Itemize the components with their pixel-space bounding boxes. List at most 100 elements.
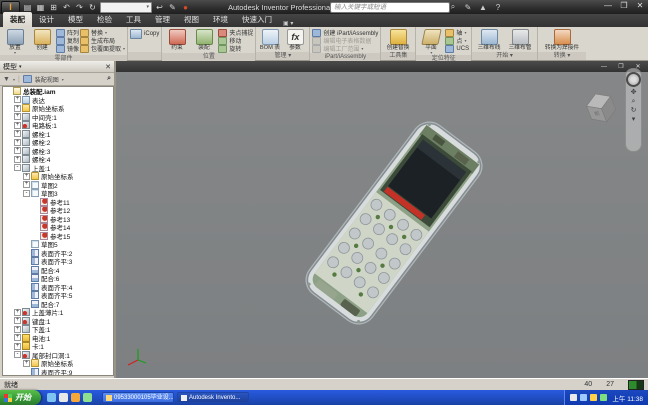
tree-item[interactable]: + 原始坐标系 [3, 104, 113, 113]
tree-item[interactable]: +参考15 [3, 231, 113, 241]
material-icon[interactable]: ● [180, 2, 191, 13]
tree-expander[interactable]: + [23, 172, 30, 180]
msn-icon[interactable] [83, 393, 92, 402]
tab-模型[interactable]: 模型 [61, 12, 90, 27]
tab-设计[interactable]: 设计 [32, 12, 61, 27]
tree-item[interactable]: + 键盘:1 [3, 316, 113, 326]
media-player-icon[interactable] [71, 393, 80, 402]
tree-item[interactable]: + 螺栓:1 [3, 129, 113, 139]
show-desktop-icon[interactable] [59, 393, 68, 402]
zoom-icon[interactable]: ⌕ [632, 98, 636, 105]
find-icon[interactable]: ⌕ [107, 75, 111, 83]
tree-expander[interactable]: + [14, 317, 21, 325]
tree-item[interactable]: + 螺栓:2 [3, 138, 113, 147]
search-input[interactable]: 输入关键字或短语 [330, 2, 450, 13]
shrinkwrap-button[interactable]: 包覆面提取 ▾ [80, 44, 125, 53]
tree-item[interactable]: + 草图2 [3, 180, 113, 190]
tree-item[interactable]: +表面齐平:9 [3, 367, 113, 375]
panel-label-begin[interactable]: 开始 ▾ [472, 52, 538, 60]
assembly-view-selector[interactable]: 装配视图 [35, 75, 59, 84]
panel-label-convert[interactable]: 转换 ▾ [538, 52, 587, 60]
create-button[interactable]: 创建 [29, 28, 55, 51]
browser-close-icon[interactable]: ✕ [105, 63, 111, 71]
open-icon[interactable]: ▤ [22, 2, 33, 13]
tree-expander[interactable]: + [14, 155, 21, 163]
tree-item[interactable]: +总装配.iam [3, 87, 113, 96]
replace-button[interactable]: 替换 ▾ [80, 28, 125, 37]
browser-dropdown-icon[interactable]: ▾ [19, 64, 22, 70]
restore-icon[interactable]: ❐ [618, 1, 630, 10]
start-button[interactable]: 开始 [0, 390, 41, 405]
place-button[interactable]: 放置 ▾ [2, 28, 28, 55]
task-button[interactable]: Autodesk Invento... [177, 392, 249, 403]
mirror-button[interactable]: 镜像 [56, 44, 79, 53]
save-icon[interactable]: ▦ [35, 2, 46, 13]
close-icon[interactable]: ✕ [634, 1, 646, 10]
tree-item[interactable]: + 螺栓:4 [3, 155, 113, 164]
tree-expander[interactable]: + [14, 138, 21, 146]
ime-icon[interactable] [570, 394, 578, 401]
redo-icon[interactable]: ↷ [74, 2, 85, 13]
panel-label-manage[interactable]: 管理 ▾ [256, 52, 310, 60]
tree-expander[interactable]: + [14, 121, 21, 129]
tree-expander[interactable]: + [14, 334, 21, 342]
doc-restore-icon[interactable]: ❐ [615, 63, 627, 70]
bom-button[interactable]: BOM 表 [258, 28, 282, 51]
tree-expander[interactable]: + [14, 147, 21, 155]
tree-expander[interactable]: + [14, 113, 21, 121]
print-icon[interactable]: ⊞ [48, 2, 59, 13]
update-icon[interactable]: ↻ [87, 2, 98, 13]
tree-item[interactable]: + 下盖:1 [3, 325, 113, 334]
sketch-icon[interactable]: ✎ [167, 2, 178, 13]
return-icon[interactable]: ↩ [154, 2, 165, 13]
tree-item[interactable]: + 上盖薄片:1 [3, 308, 113, 317]
tab-检验[interactable]: 检验 [90, 12, 119, 27]
communication-icon[interactable]: ▲ [478, 3, 488, 12]
constrain-button[interactable]: 约束 [164, 28, 190, 51]
move-button[interactable]: 移动 [218, 36, 253, 45]
tab-工具[interactable]: 工具 [119, 12, 148, 27]
view-dropdown-icon[interactable]: ▾ [62, 77, 64, 81]
tree-expander[interactable]: + [14, 308, 21, 316]
tree-expander[interactable]: - [23, 189, 30, 197]
tree-expander[interactable]: + [14, 325, 21, 333]
tree-item[interactable]: + 电路板:1 [3, 121, 113, 130]
undo-icon[interactable]: ↶ [61, 2, 72, 13]
minimize-icon[interactable]: — [602, 1, 614, 10]
tree-item[interactable]: + 原始坐标系 [3, 172, 113, 181]
filter-icon[interactable]: ▼ [3, 76, 10, 83]
tab-装配[interactable]: 装配 [3, 12, 32, 27]
search-icon[interactable]: ⌕ [448, 2, 458, 12]
create-ipart-button[interactable]: 创建 iPart/iAssembly [312, 28, 378, 37]
filter-dropdown-icon[interactable]: ▾ [13, 77, 15, 81]
orbit-icon[interactable]: ↻ [631, 107, 637, 114]
tree-expander[interactable]: + [14, 130, 21, 138]
assemble-button[interactable]: 装配 [191, 28, 217, 51]
parameters-button[interactable]: fx 参数 [283, 28, 307, 51]
tree-expander[interactable]: + [14, 96, 21, 104]
steering-wheel-icon[interactable] [626, 72, 641, 87]
copy-button[interactable]: 复制 [56, 36, 79, 45]
volume-icon[interactable] [580, 394, 588, 401]
3d-viewport[interactable]: 前 [116, 61, 648, 378]
qat-combo-box[interactable]: ▾ [100, 1, 152, 13]
tree-expander[interactable]: + [14, 104, 21, 112]
ie-icon[interactable] [47, 393, 56, 402]
tab-快速入门[interactable]: 快速入门 [235, 12, 279, 27]
work-plane-button[interactable]: 平面 ▾ [418, 28, 444, 55]
make-layout-button[interactable]: 生成布局 [80, 36, 125, 45]
safety-icon[interactable] [590, 394, 598, 401]
tree-expander[interactable]: - [14, 164, 21, 172]
tree-item[interactable]: + 螺栓:3 [3, 146, 113, 156]
browser-header[interactable]: 模型 ▾ ✕ [0, 61, 114, 73]
tree-expander[interactable]: + [14, 342, 21, 350]
tab-视图[interactable]: 视图 [177, 12, 206, 27]
doc-minimize-icon[interactable]: — [598, 64, 610, 70]
ucs-button[interactable]: UCS [445, 44, 469, 53]
network-icon[interactable] [600, 394, 608, 401]
tree-expander[interactable]: + [23, 181, 30, 189]
tab-管理[interactable]: 管理 [148, 12, 177, 27]
work-point-button[interactable]: 点 ▾ [445, 36, 469, 45]
cable-harness-button[interactable]: 三维布线 [474, 28, 504, 51]
rotate-button[interactable]: 旋转 [218, 44, 253, 53]
